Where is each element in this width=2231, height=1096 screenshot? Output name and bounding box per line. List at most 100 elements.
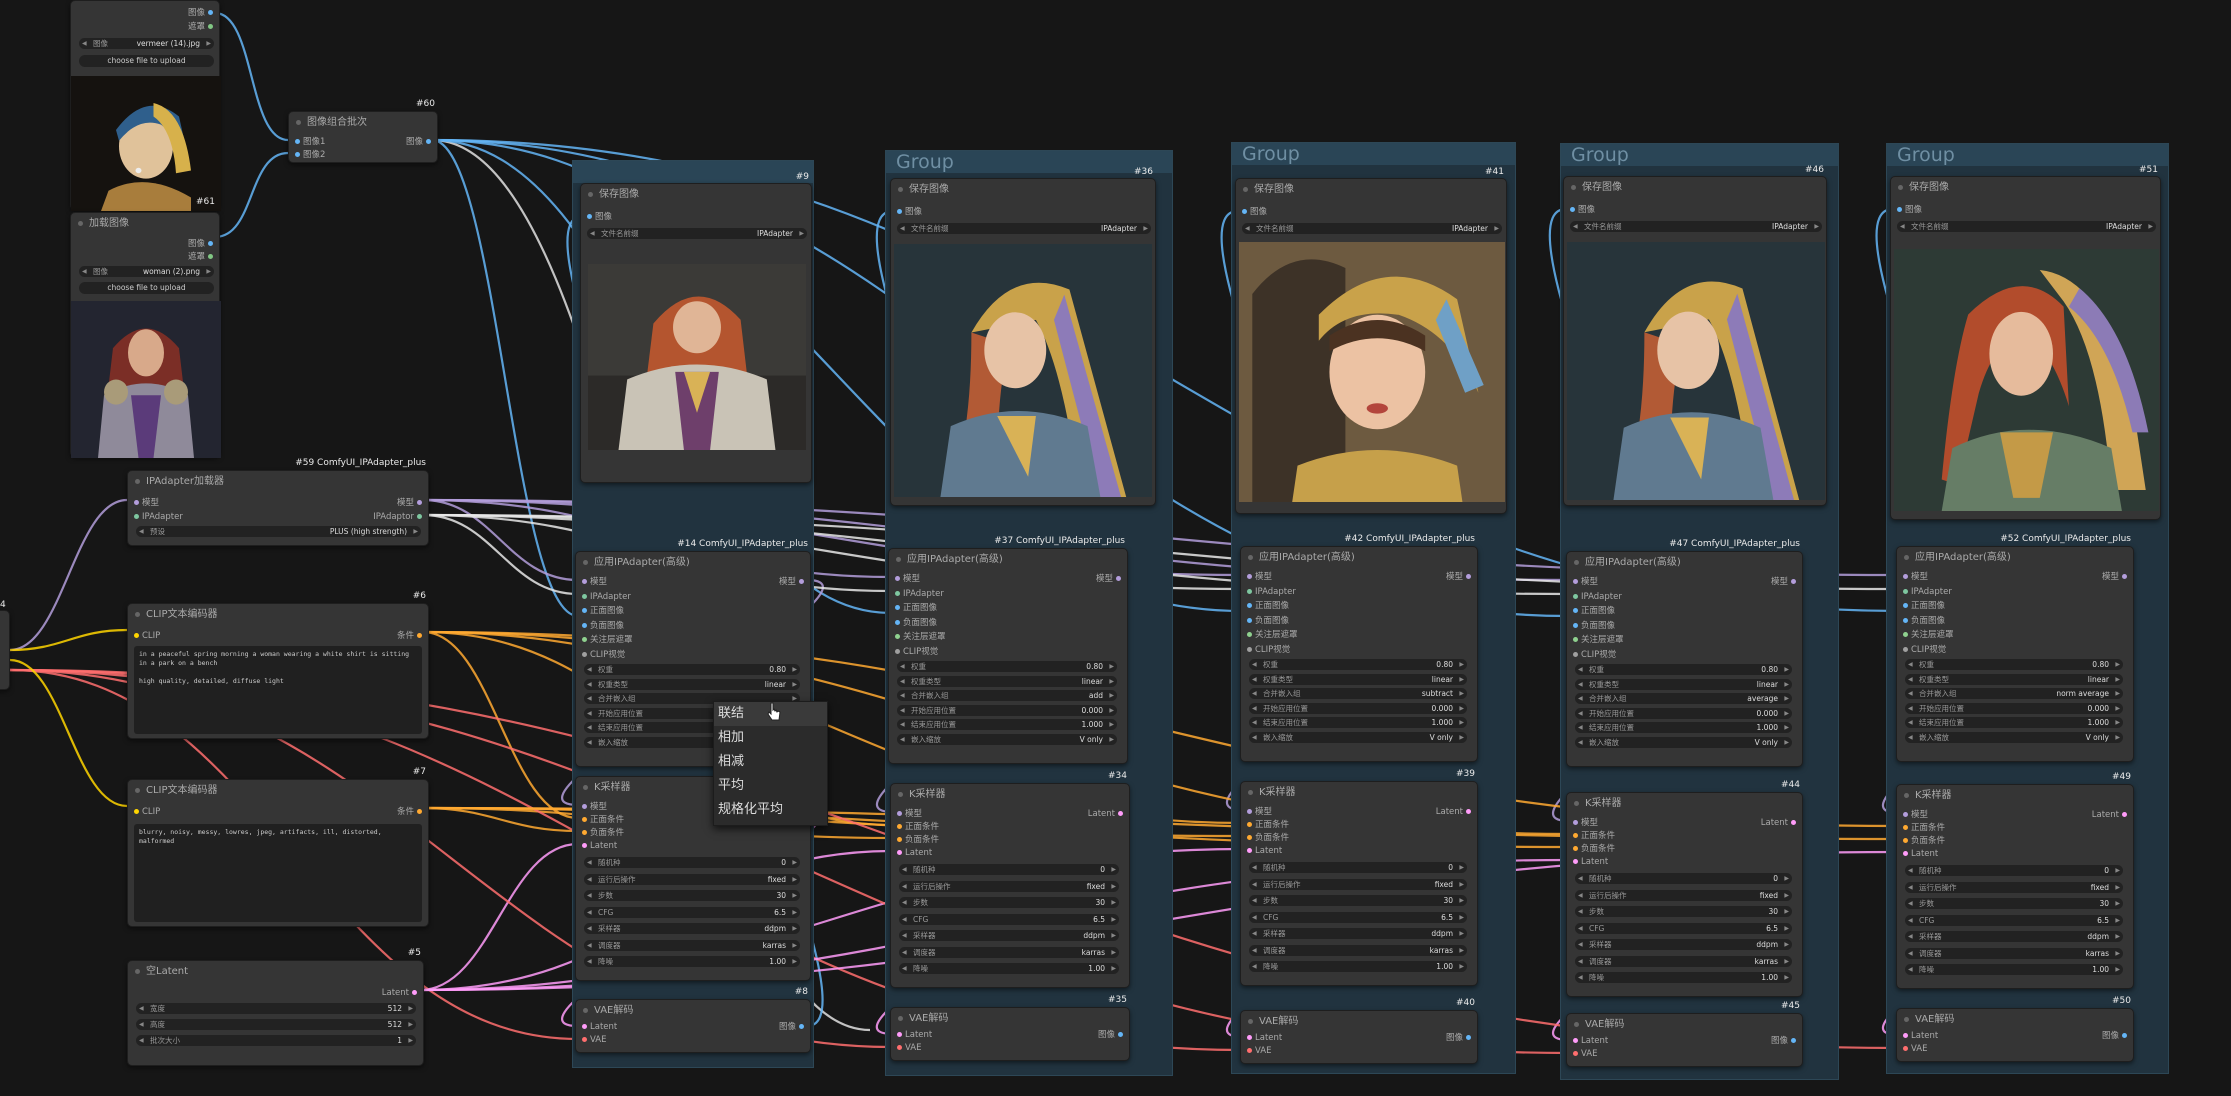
input-image[interactable]: 图像 bbox=[587, 211, 612, 223]
output-image[interactable]: 图像 bbox=[1446, 1032, 1472, 1044]
node-title[interactable]: 应用IPAdapter(高级) bbox=[1241, 547, 1477, 569]
scheduler-widget[interactable]: 调度器 karras bbox=[1905, 947, 2123, 959]
input-attn[interactable]: 关注层遮罩 bbox=[1573, 634, 1624, 646]
node-title[interactable]: 空Latent bbox=[128, 961, 423, 983]
end-at-widget[interactable]: 结束应用位置 1.000 bbox=[1575, 722, 1792, 733]
node-title[interactable]: 保存图像 bbox=[1891, 177, 2160, 199]
sampler-widget[interactable]: 采样器 ddpm bbox=[899, 930, 1119, 941]
group-title[interactable]: Group bbox=[1561, 144, 1838, 166]
combine-embeds-widget[interactable]: 合并嵌入组 add bbox=[897, 690, 1117, 701]
node-title[interactable]: CLIP文本编码器 bbox=[128, 604, 428, 626]
cfg-widget[interactable]: CFG 6.5 bbox=[1249, 911, 1467, 923]
steps-widget[interactable]: 步数 30 bbox=[584, 890, 800, 901]
input-pos[interactable]: 正面图像 bbox=[1247, 600, 1289, 612]
steps-widget[interactable]: 步数 30 bbox=[899, 897, 1119, 908]
input-vae[interactable]: VAE bbox=[582, 1034, 606, 1046]
steps-widget[interactable]: 步数 30 bbox=[1905, 898, 2123, 909]
image-file-select[interactable]: 图像 vermeer (14).jpg bbox=[79, 38, 214, 49]
input-neg[interactable]: 负面条件 bbox=[897, 834, 939, 846]
input-vae[interactable]: VAE bbox=[1903, 1043, 1927, 1055]
ipadapter-apply-node[interactable]: 应用IPAdapter(高级) #37 ComfyUI_IPAdapter_plu… bbox=[888, 536, 1128, 764]
save-image-node[interactable]: 保存图像 #41 图像文件名前缀 IPAdapter bbox=[1235, 167, 1507, 514]
denoise-widget[interactable]: 降噪 1.00 bbox=[1249, 961, 1467, 972]
output-image[interactable]: 图像 bbox=[779, 1021, 805, 1033]
sampler-widget[interactable]: 采样器 ddpm bbox=[1905, 931, 2123, 942]
scheduler-widget[interactable]: 调度器 karras bbox=[584, 939, 800, 951]
input-latent[interactable]: Latent bbox=[1247, 1032, 1282, 1044]
output-image[interactable]: 图像 bbox=[406, 136, 432, 148]
node-title[interactable]: 应用IPAdapter(高级) bbox=[889, 549, 1127, 571]
input-latent[interactable]: Latent bbox=[582, 1021, 617, 1033]
input-pos[interactable]: 正面条件 bbox=[1903, 822, 1945, 834]
sampler-widget[interactable]: 采样器 ddpm bbox=[1249, 928, 1467, 939]
seed-widget[interactable]: 随机种 0 bbox=[1905, 865, 2123, 876]
seed-widget[interactable]: 随机种 0 bbox=[899, 864, 1119, 875]
input-ipa[interactable]: IPAdapter bbox=[1573, 591, 1622, 603]
embeds-scaling-widget[interactable]: 嵌入缩放 V only bbox=[1905, 731, 2123, 743]
input-neg[interactable]: 负面图像 bbox=[1903, 615, 1945, 627]
vae-decode-node[interactable]: VAE解码 #35 Latent VAE 图像 bbox=[890, 995, 1130, 1061]
input-clipv[interactable]: CLIP视觉 bbox=[1247, 644, 1290, 656]
input-latent[interactable]: Latent bbox=[1573, 856, 1608, 868]
width-widget[interactable]: 宽度 512 bbox=[136, 1003, 416, 1014]
filename-prefix-field[interactable]: 文件名前缀 IPAdapter bbox=[897, 223, 1151, 234]
weight-widget[interactable]: 权重 0.80 bbox=[1249, 659, 1467, 670]
node-title[interactable]: 保存图像 bbox=[1564, 177, 1826, 199]
input-pos[interactable]: 正面条件 bbox=[1573, 830, 1615, 842]
weight-type-widget[interactable]: 权重类型 linear bbox=[1905, 673, 2123, 685]
input-latent[interactable]: Latent bbox=[1903, 848, 1938, 860]
node-title[interactable]: 保存图像 bbox=[1236, 179, 1506, 201]
input-attn[interactable]: 关注层遮罩 bbox=[1903, 629, 1954, 641]
input-model[interactable]: 模型 bbox=[1247, 806, 1272, 818]
context-menu-item[interactable]: 相减 bbox=[714, 750, 827, 774]
output-image[interactable]: 图像 bbox=[1098, 1029, 1124, 1041]
node-title[interactable]: 图像组合批次 bbox=[289, 112, 437, 134]
node-title[interactable]: VAE解码 bbox=[576, 1000, 810, 1022]
node-title[interactable]: 保存图像 bbox=[891, 179, 1155, 201]
vae-decode-node[interactable]: VAE解码 #45 Latent VAE 图像 bbox=[1566, 1001, 1803, 1067]
input-neg[interactable]: 负面图像 bbox=[895, 617, 937, 629]
filename-prefix-field[interactable]: 文件名前缀 IPAdapter bbox=[587, 228, 807, 239]
output-latent[interactable]: Latent bbox=[1436, 806, 1472, 818]
input-vae[interactable]: VAE bbox=[897, 1042, 921, 1054]
input-clipv[interactable]: CLIP视觉 bbox=[582, 649, 625, 661]
input-image[interactable]: 图像 bbox=[1897, 204, 1922, 216]
ipadapter-apply-node[interactable]: 应用IPAdapter(高级) #52 ComfyUI_IPAdapter_plu… bbox=[1896, 534, 2134, 762]
group-title[interactable]: Group bbox=[1887, 144, 2168, 166]
output-latent[interactable]: Latent bbox=[2092, 809, 2128, 821]
context-menu-item[interactable]: 规格化平均 bbox=[714, 798, 827, 822]
steps-widget[interactable]: 步数 30 bbox=[1249, 895, 1467, 906]
input-model[interactable]: 模型 bbox=[134, 497, 159, 509]
input-pos[interactable]: 正面条件 bbox=[582, 814, 624, 826]
input-ipadapter[interactable]: IPAdapter bbox=[134, 511, 183, 523]
end-at-widget[interactable]: 结束应用位置 1.000 bbox=[897, 719, 1117, 730]
weight-widget[interactable]: 权重 0.80 bbox=[1575, 664, 1792, 675]
end-at-widget[interactable]: 结束应用位置 1.000 bbox=[1249, 717, 1467, 728]
image-batch-node[interactable]: 图像组合批次 #60 图像1 图像2 图像 bbox=[288, 99, 438, 163]
empty-latent-node[interactable]: 空Latent #5 Latent 宽度 512 高度 512 批次大小 1 bbox=[127, 948, 424, 1066]
cfg-widget[interactable]: CFG 6.5 bbox=[584, 906, 800, 918]
input-pos[interactable]: 正面条件 bbox=[1247, 819, 1289, 831]
load-image-node-2[interactable]: 加载图像图像遮罩图像woman (2).pngchoose file to up… bbox=[70, 212, 221, 458]
weight-type-widget[interactable]: 权重类型 linear bbox=[897, 675, 1117, 687]
node-title[interactable]: IPAdapter加载器 bbox=[128, 471, 428, 493]
input-model[interactable]: 模型 bbox=[582, 576, 607, 588]
weight-widget[interactable]: 权重 0.80 bbox=[584, 664, 800, 675]
input-vae[interactable]: VAE bbox=[1247, 1045, 1271, 1057]
steps-widget[interactable]: 步数 30 bbox=[1575, 906, 1792, 917]
control-after-generate-widget[interactable]: 运行后操作 fixed bbox=[1249, 878, 1467, 890]
output-conditioning[interactable]: 条件 bbox=[397, 630, 423, 642]
input-neg[interactable]: 负面条件 bbox=[1573, 843, 1615, 855]
vae-decode-node[interactable]: VAE解码 #8 Latent VAE 图像 bbox=[575, 987, 811, 1053]
input-pos[interactable]: 正面图像 bbox=[895, 602, 937, 614]
seed-widget[interactable]: 随机种 0 bbox=[1575, 873, 1792, 884]
ksampler-node[interactable]: K采样器#44模型正面条件负面条件LatentLatent随机种0运行后操作fi… bbox=[1566, 780, 1803, 997]
denoise-widget[interactable]: 降噪 1.00 bbox=[899, 963, 1119, 974]
control-after-generate-widget[interactable]: 运行后操作 fixed bbox=[1575, 889, 1792, 901]
input-attn[interactable]: 关注层遮罩 bbox=[895, 631, 946, 643]
ipadapter-apply-node[interactable]: 应用IPAdapter(高级) #47 ComfyUI_IPAdapter_plu… bbox=[1566, 539, 1803, 767]
upload-button[interactable]: choose file to upload bbox=[79, 282, 214, 294]
output-model[interactable]: 模型 bbox=[1096, 573, 1122, 585]
scheduler-widget[interactable]: 调度器 karras bbox=[1575, 955, 1792, 967]
ksampler-node[interactable]: K采样器#34模型正面条件负面条件LatentLatent随机种0运行后操作fi… bbox=[890, 771, 1130, 988]
